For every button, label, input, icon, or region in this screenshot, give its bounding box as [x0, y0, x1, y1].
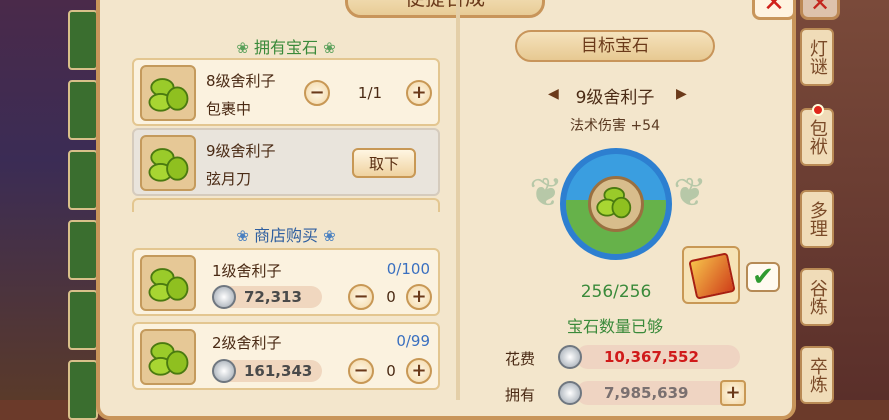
owned-label: 拥有: [505, 386, 536, 404]
increase-button[interactable]: +: [406, 80, 432, 106]
silver-coin-icon: [558, 381, 582, 405]
cloud-icon: ❀: [236, 39, 249, 57]
price-value: 72,313: [244, 288, 302, 306]
close-button-background[interactable]: ✕: [800, 0, 840, 20]
target-gem-stat: 法术伤害 +54: [570, 118, 660, 134]
side-tab[interactable]: 灯谜: [800, 28, 834, 86]
add-currency-button[interactable]: +: [720, 380, 746, 406]
gem-status: 宝石数量已够: [566, 317, 663, 336]
left-side-tab[interactable]: [68, 290, 98, 350]
silver-coin-icon: [212, 285, 236, 309]
sarira-gem-icon: [140, 329, 196, 385]
gem-name: 2级舍利子: [212, 334, 282, 352]
shop-gem-row[interactable]: 2级舍利子 0/99 161,343 − 0 +: [132, 322, 440, 390]
column-divider: [456, 0, 460, 400]
side-tab[interactable]: 包袱: [800, 108, 834, 166]
gem-name: 9级舍利子: [206, 142, 276, 160]
cloud-icon: ❀: [236, 227, 249, 245]
cloud-ornament-icon: ❦: [673, 170, 707, 216]
purchase-quota: 0/99: [396, 332, 430, 350]
increase-button[interactable]: +: [406, 284, 432, 310]
owned-value: 7,985,639: [604, 384, 689, 402]
shop-gem-row[interactable]: 1级舍利子 0/100 72,313 − 0 +: [132, 248, 440, 316]
decrease-button[interactable]: −: [304, 80, 330, 106]
buy-count: 0: [386, 362, 396, 380]
owned-gem-row[interactable]: 8级舍利子 包裹中 − 1/1 +: [132, 58, 440, 126]
owned-value-pill: 7,985,639: [576, 381, 740, 405]
left-side-tab[interactable]: [68, 80, 98, 140]
gem-location: 包裹中: [206, 100, 252, 118]
gem-name: 8级舍利子: [206, 72, 276, 90]
gem-name: 1级舍利子: [212, 262, 282, 280]
left-side-tab[interactable]: [68, 220, 98, 280]
owned-section-label: 拥有宝石: [253, 38, 318, 57]
cloud-ornament-icon: ❦: [529, 170, 563, 216]
progress-orb: [560, 148, 672, 260]
silver-coin-icon: [212, 359, 236, 383]
owned-section-title: ❀ 拥有宝石 ❀: [126, 34, 446, 58]
gem-count: 1/1: [357, 84, 383, 102]
target-gem-name: 9级舍利子: [575, 88, 655, 108]
panel-title: 便捷合成: [345, 0, 545, 18]
price-value: 161,343: [244, 362, 313, 380]
left-side-tab[interactable]: [68, 150, 98, 210]
cloud-icon: ❀: [323, 39, 336, 57]
cost-label: 花费: [505, 350, 536, 368]
left-side-tab[interactable]: [68, 360, 98, 420]
list-scroll-clip: [132, 198, 440, 212]
take-off-button[interactable]: 取下: [352, 148, 416, 178]
side-tab[interactable]: 谷炼: [800, 268, 834, 326]
close-button[interactable]: ✕: [752, 0, 796, 20]
sarira-gem-icon: [140, 255, 196, 311]
cost-value: 10,367,552: [604, 348, 699, 366]
shop-section-label: 商店购买: [253, 226, 318, 245]
next-arrow-icon[interactable]: ▶: [676, 86, 687, 102]
gem-location: 弦月刀: [206, 170, 252, 188]
shop-section-title: ❀ 商店购买 ❀: [126, 222, 446, 246]
gem-progress: 256/256: [580, 282, 652, 302]
sarira-gem-icon: [140, 65, 196, 121]
decrease-button[interactable]: −: [348, 284, 374, 310]
cost-value-pill: 10,367,552: [576, 345, 740, 369]
buy-count: 0: [386, 288, 396, 306]
target-gem-header: 目标宝石: [515, 30, 715, 62]
owned-gem-row[interactable]: 9级舍利子 弦月刀 取下: [132, 128, 440, 196]
sarira-gem-icon: [140, 135, 196, 191]
cloud-icon: ❀: [323, 227, 336, 245]
target-gem-icon: [588, 176, 644, 232]
left-side-tab[interactable]: [68, 10, 98, 70]
bonus-item-slot[interactable]: [682, 246, 740, 304]
side-tab[interactable]: 卒炼: [800, 346, 834, 404]
decrease-button[interactable]: −: [348, 358, 374, 384]
use-item-checkbox[interactable]: ✔: [746, 262, 780, 292]
silver-coin-icon: [558, 345, 582, 369]
purchase-quota: 0/100: [386, 260, 430, 278]
side-tab[interactable]: 多理: [800, 190, 834, 248]
increase-button[interactable]: +: [406, 358, 432, 384]
gift-box-icon: [688, 252, 736, 300]
notification-dot: [812, 104, 824, 116]
